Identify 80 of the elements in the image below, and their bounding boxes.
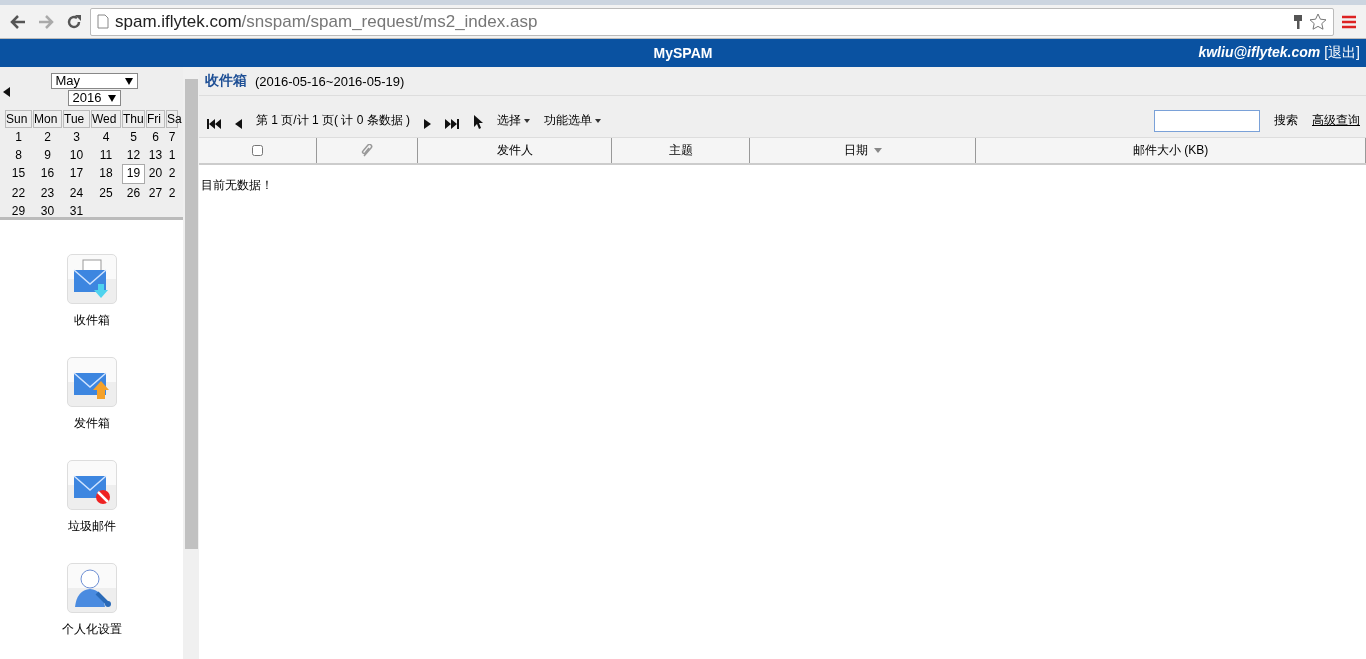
calendar-day[interactable]: 25 — [91, 184, 121, 202]
user-email: kwliu@iflytek.com — [1198, 44, 1321, 62]
calendar-day[interactable]: 20 — [146, 164, 165, 182]
page-icon — [97, 14, 109, 29]
address-bar[interactable]: spam.iflytek.com/snspam/spam_request/ms2_index.asp — [90, 7, 1334, 36]
year-select[interactable]: 2016 — [67, 90, 121, 106]
calendar-day[interactable]: 16 — [33, 164, 62, 182]
nav-tile[interactable] — [66, 460, 117, 510]
calendar-day[interactable]: 19 — [122, 164, 145, 184]
paperclip-icon — [361, 143, 373, 158]
column-header[interactable]: 邮件大小 (KB) — [976, 138, 1366, 163]
search-button[interactable]: 搜索 — [1274, 112, 1298, 129]
search-field[interactable] — [1154, 110, 1260, 132]
column-header[interactable]: 主题 — [612, 138, 750, 163]
star-icon[interactable] — [1309, 12, 1327, 31]
pointer-icon[interactable] — [473, 115, 484, 129]
weekday-header: Wed — [91, 110, 121, 128]
calendar-day[interactable]: 18 — [91, 164, 121, 182]
dropdown-menu[interactable]: 功能选单 — [544, 112, 602, 129]
calendar-day[interactable]: 31 — [63, 202, 90, 217]
column-header[interactable]: 发件人 — [418, 138, 612, 163]
weekday-header: Sun — [5, 110, 32, 128]
calendar-day[interactable]: 15 — [5, 164, 32, 182]
calendar-day[interactable]: 6 — [146, 128, 165, 146]
calendar-day[interactable]: 11 — [91, 146, 121, 164]
caret-icon — [595, 118, 602, 123]
caret-icon — [524, 118, 531, 123]
calendar-day[interactable]: 3 — [63, 128, 90, 146]
select-all-checkbox[interactable] — [252, 145, 263, 156]
calendar-day[interactable]: 2 — [33, 128, 62, 146]
scrollbar-thumb[interactable] — [184, 79, 198, 549]
calendar-day[interactable]: 13 — [146, 146, 165, 164]
nav-label[interactable]: 个人化设置 — [61, 621, 122, 638]
key-icon[interactable] — [1293, 13, 1303, 30]
nav-label[interactable]: 垃圾邮件 — [67, 518, 116, 535]
nav-tile[interactable] — [66, 254, 117, 304]
month-select[interactable]: May — [50, 73, 138, 89]
app-title: MySPAM — [653, 45, 713, 61]
last-page-icon[interactable] — [445, 119, 460, 129]
calendar-day[interactable]: 4 — [91, 128, 121, 146]
calendar-day[interactable]: 12 — [122, 146, 145, 164]
previous-page-icon[interactable] — [235, 119, 242, 129]
weekday-header: Thu — [122, 110, 145, 128]
date-range: (2016-05-16~2016-05-19) — [255, 73, 405, 89]
scrollbar[interactable] — [183, 67, 199, 659]
logout-link[interactable]: [退出] — [1324, 44, 1360, 62]
calendar-day[interactable]: 2 — [166, 184, 178, 202]
calendar-day[interactable]: 5 — [122, 128, 145, 146]
empty-message: 目前无数据！ — [200, 177, 274, 194]
calendar-day[interactable]: 22 — [5, 184, 32, 202]
calendar-day[interactable]: 8 — [5, 146, 32, 164]
column-header[interactable]: 日期 — [750, 138, 976, 163]
calendar-day[interactable]: 9 — [33, 146, 62, 164]
calendar-day[interactable]: 29 — [5, 202, 32, 217]
url-text: spam.iflytek.com/snspam/spam_request/ms2_index.asp — [115, 11, 538, 32]
dropdown-menu[interactable]: 选择 — [497, 112, 531, 129]
calendar-day[interactable]: 24 — [63, 184, 90, 202]
advanced-search-link[interactable]: 高级查询 — [1312, 112, 1360, 129]
nav-label[interactable]: 发件箱 — [73, 415, 110, 432]
previous-month-icon[interactable] — [3, 85, 10, 100]
calendar-day[interactable]: 17 — [63, 164, 90, 182]
next-page-icon[interactable] — [424, 119, 432, 129]
nav-tile[interactable] — [66, 563, 117, 613]
calendar-day[interactable]: 30 — [33, 202, 62, 217]
nav-label[interactable]: 收件箱 — [73, 312, 110, 329]
calendar-day[interactable]: 7 — [166, 128, 178, 146]
calendar-day[interactable]: 1 — [5, 128, 32, 146]
calendar-day[interactable]: 23 — [33, 184, 62, 202]
calendar-day[interactable]: 1 — [166, 146, 178, 164]
weekday-header: Tue — [63, 110, 90, 128]
nav-tile[interactable] — [66, 357, 117, 407]
calendar-day[interactable]: 27 — [146, 184, 165, 202]
calendar-day[interactable]: 2 — [166, 164, 178, 182]
page-info: 第 1 页/计 1 页( 计 0 条数据 ) — [256, 112, 411, 129]
weekday-header: Fri — [146, 110, 165, 128]
folder-title: 收件箱 — [205, 72, 247, 90]
first-page-icon[interactable] — [207, 119, 221, 129]
weekday-header: Mon — [33, 110, 62, 128]
calendar-day[interactable]: 26 — [122, 184, 145, 202]
calendar-day[interactable]: 10 — [63, 146, 90, 164]
